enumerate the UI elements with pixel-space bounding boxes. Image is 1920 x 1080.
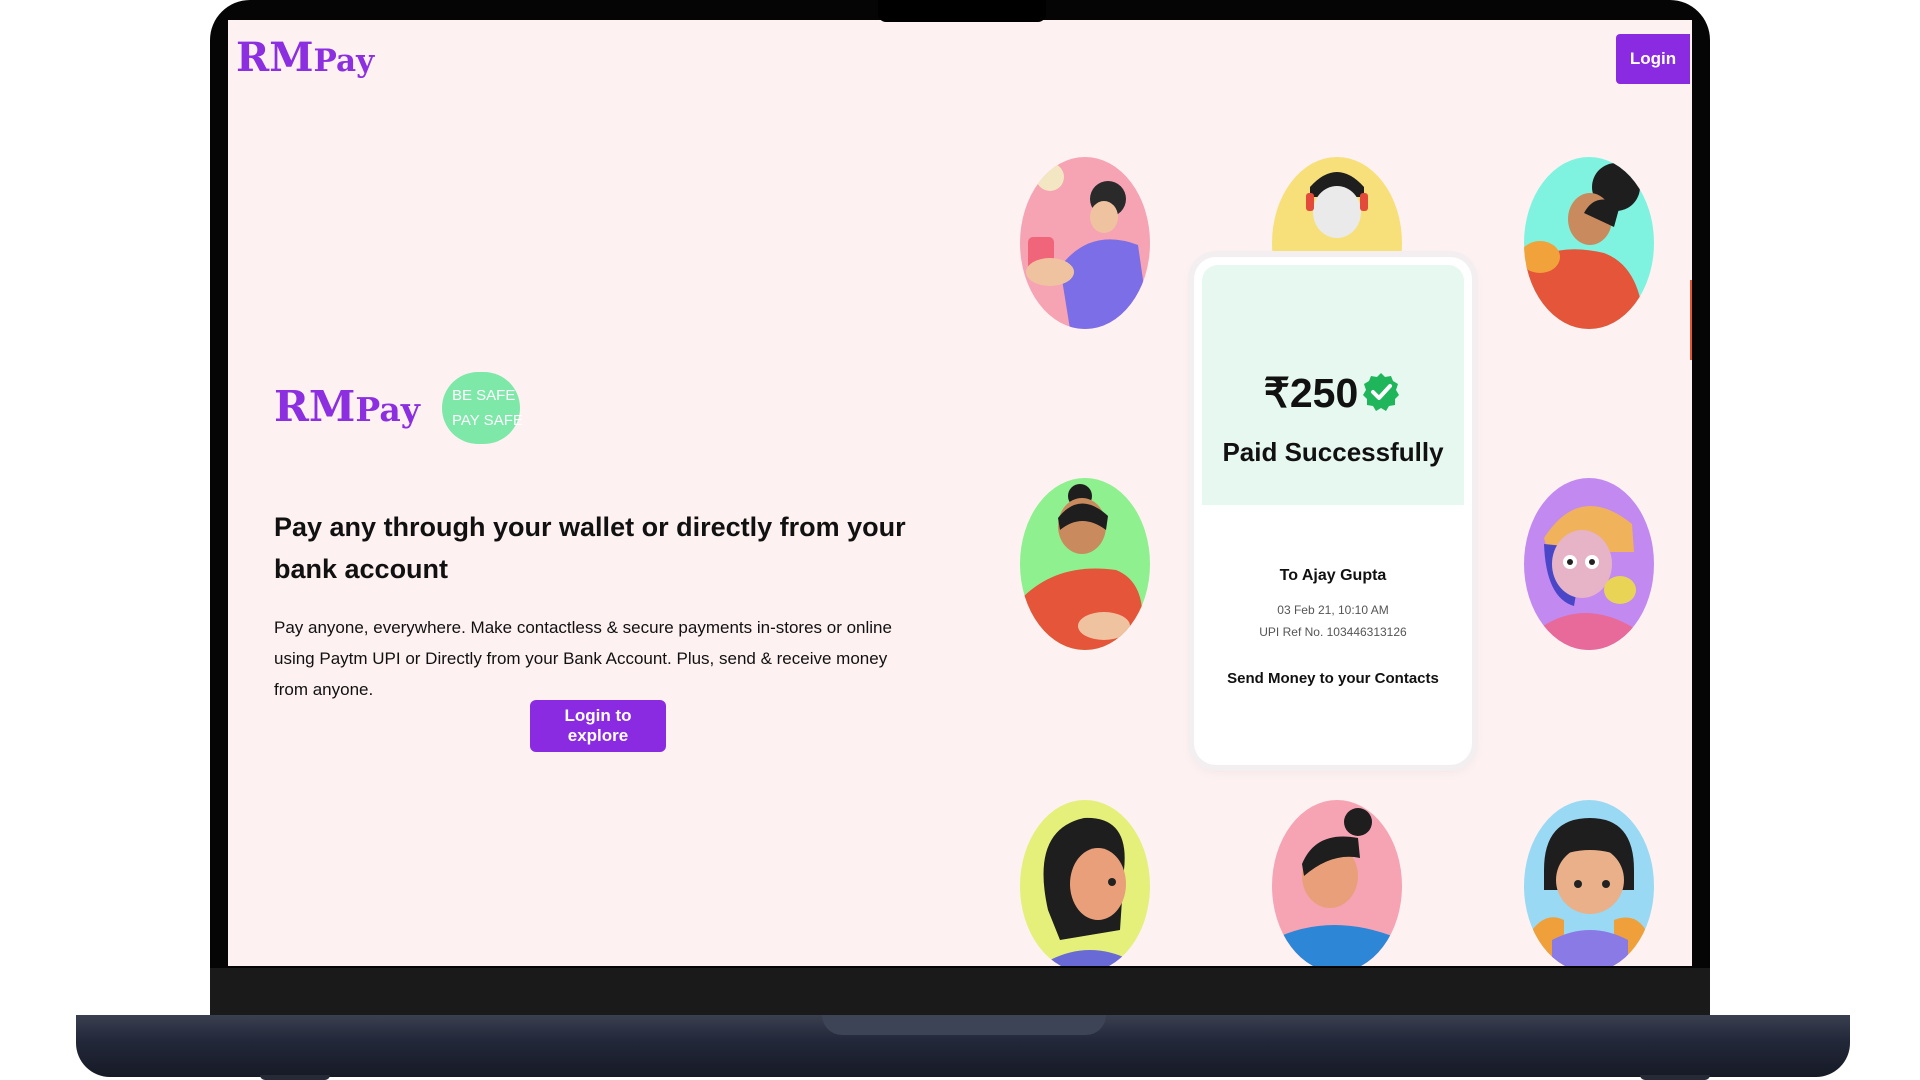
payment-status: Paid Successfully <box>1222 437 1444 467</box>
payment-amount: ₹250 <box>1263 370 1359 416</box>
hero-logo-rm: RM <box>274 382 356 431</box>
hero-logo: RMPay BE SAFE PAY SAFE <box>274 372 523 444</box>
laptop-notch <box>878 0 1046 22</box>
payment-upi-ref: UPI Ref No. 103446313126 <box>1259 625 1407 639</box>
hero-description: Pay anyone, everywhere. Make contactless… <box>274 618 892 699</box>
avatar-top-bun-user <box>1272 800 1402 966</box>
verified-check-icon <box>1360 371 1402 413</box>
avatar-long-hair-user <box>1020 800 1150 966</box>
send-money-link[interactable]: Send Money to your Contacts <box>1194 670 1472 687</box>
navbar-logo-pay: Pay <box>313 43 375 79</box>
avatar-cap-user <box>1524 478 1654 650</box>
navbar-logo[interactable]: RMPay <box>236 34 374 81</box>
screen: RMPay Login RMPay BE SAFE PAY SAFE Pay a… <box>228 20 1692 966</box>
screen-edge-accent <box>1690 280 1692 360</box>
laptop-foot-left <box>260 1075 330 1080</box>
navbar-logo-rm: RM <box>236 34 314 81</box>
laptop-base-groove <box>822 1015 1106 1035</box>
login-to-explore-button[interactable]: Login to explore <box>530 700 666 752</box>
login-button[interactable]: Login <box>1616 34 1690 84</box>
laptop-foot-right <box>1640 1075 1710 1080</box>
hero-headline: Pay any through your wallet or directly … <box>274 512 906 584</box>
laptop-chin <box>210 968 1710 1020</box>
tagline-line2: PAY SAFE <box>452 412 523 429</box>
tagline-badge: BE SAFE PAY SAFE <box>442 372 523 444</box>
avatar-orange-shirt-user <box>1020 478 1150 650</box>
payment-success-card: ₹250 Paid Successfully To Ajay Gupta 03 … <box>1194 257 1472 765</box>
payment-recipient: To Ajay Gupta <box>1279 567 1387 584</box>
payment-date: 03 Feb 21, 10:10 AM <box>1277 603 1389 617</box>
hero-logo-pay: Pay <box>355 390 420 429</box>
avatar-bob-hair-user <box>1524 800 1654 966</box>
avatar-phone-user <box>1020 157 1150 329</box>
tagline-line1: BE SAFE <box>452 387 516 404</box>
avatar-bun-user <box>1524 157 1654 329</box>
payment-amount-row: ₹250 <box>1194 369 1472 417</box>
